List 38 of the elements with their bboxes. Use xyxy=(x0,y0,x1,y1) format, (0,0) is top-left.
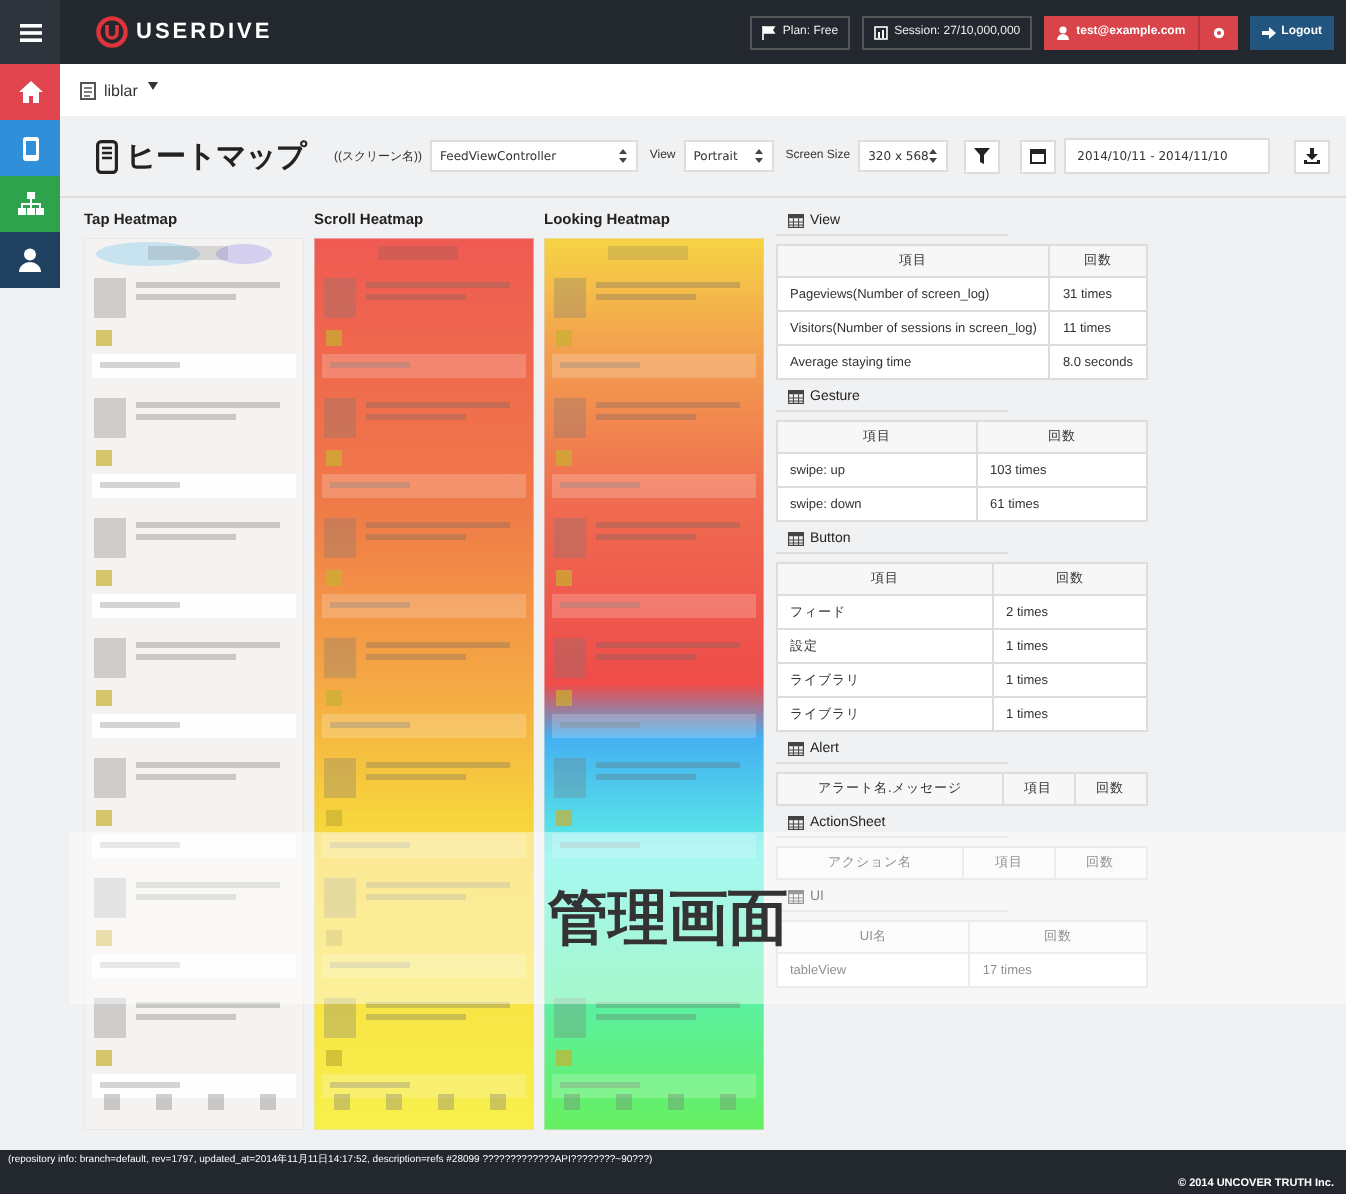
table-icon xyxy=(788,816,804,830)
home-icon xyxy=(17,80,43,104)
calendar-button[interactable] xyxy=(1020,139,1056,173)
phone-icon xyxy=(96,139,118,173)
sitemap-icon xyxy=(17,192,43,216)
app-logo-drawing xyxy=(148,246,228,260)
filter-button[interactable] xyxy=(964,139,1001,173)
user-icon xyxy=(18,248,42,272)
logo-text: USERDIVE xyxy=(136,20,273,44)
table-icon xyxy=(788,890,804,904)
table-icon xyxy=(788,742,804,756)
table-icon xyxy=(788,214,804,228)
updown-icon xyxy=(753,148,764,164)
menu-button[interactable] xyxy=(0,0,60,64)
calendar-icon xyxy=(1029,148,1046,164)
updown-icon xyxy=(928,148,939,164)
chart-icon xyxy=(874,25,889,39)
updown-icon xyxy=(617,148,628,164)
menu-icon xyxy=(19,23,41,41)
logo-icon xyxy=(96,16,128,48)
table-icon xyxy=(788,532,804,546)
settings-button[interactable] xyxy=(1197,15,1238,49)
download-button[interactable] xyxy=(1294,139,1330,173)
settings-icon xyxy=(1211,25,1226,39)
app-selector[interactable]: liblar xyxy=(104,81,158,99)
table-icon xyxy=(788,390,804,404)
page-title: ヒートマップ xyxy=(126,137,306,175)
phone-icon xyxy=(21,135,39,161)
user-icon xyxy=(1056,25,1071,39)
download-icon xyxy=(1304,148,1321,164)
document-icon xyxy=(80,81,96,99)
filter-icon xyxy=(974,148,991,164)
flag-icon xyxy=(762,25,777,39)
sidebar-item[interactable] xyxy=(0,232,60,288)
logout-icon xyxy=(1261,25,1276,39)
caret-icon xyxy=(147,81,158,89)
app-logo-drawing xyxy=(608,246,688,260)
app-logo-drawing xyxy=(378,246,458,260)
